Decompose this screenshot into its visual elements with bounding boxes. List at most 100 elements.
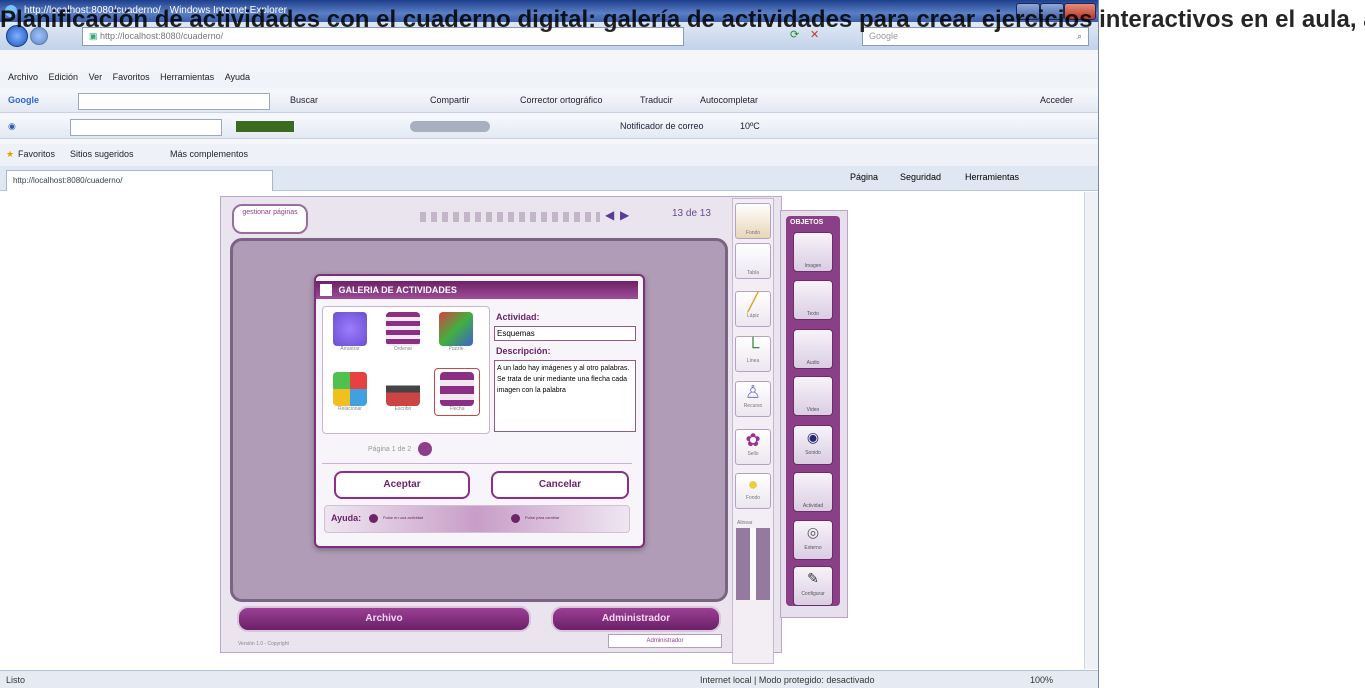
tool-lapiz[interactable]: ╱ Lápiz [735,291,771,327]
prev-page-icon[interactable]: ◀ [605,208,614,222]
star-icon: ★ [6,149,15,159]
compartir-button[interactable]: Compartir [430,95,470,105]
object-actividad[interactable]: Actividad [793,472,833,512]
accept-button[interactable]: Aceptar [334,471,470,499]
page-counter: 13 de 13 [672,208,711,219]
vertical-scrollbar[interactable] [1084,192,1098,669]
dialog-divider [322,463,632,464]
favoritos-button[interactable]: Favoritos [18,149,55,159]
administrador-label: Administrador [601,613,671,624]
line-icon: └ [746,337,760,357]
google-toolbar: Google Buscar Compartir Corrector ortogr… [0,90,1098,113]
zoom-level[interactable]: 100% [1030,671,1053,688]
tool-label: Lápiz [747,313,759,319]
object-imagen[interactable]: Imagen [793,232,833,272]
object-label: Configurar [801,591,825,597]
cancel-button[interactable]: Cancelar [491,471,629,499]
help-text-1: Pulse en una actividad [383,515,424,520]
menu-edicion[interactable]: Edición [49,72,79,82]
activity-label: Actividad: [496,312,540,322]
archivo-label: Archivo [365,613,403,624]
help-text-2: Pulse para cambiar [525,515,560,520]
sitios-sugeridos-link[interactable]: Sitios sugeridos [70,149,134,159]
manage-pages-button[interactable]: gestionar páginas [232,204,308,234]
microphone-icon: ♙ [744,382,762,402]
archivo-button[interactable]: Archivo [237,606,531,632]
menu-archivo[interactable]: Archivo [8,72,38,82]
description-value: A un lado hay imágenes y al otro palabra… [497,365,630,394]
corrector-button[interactable]: Corrector ortográfico [520,95,603,105]
overlay-caption: Planificación de actividades con el cuad… [0,6,1365,33]
second-toolbar: ◉ Notificador de correo 10ºC [0,116,1098,139]
traducir-button[interactable]: Traducir [640,95,673,105]
description-label: Descripción: [496,346,551,356]
admin-sub-label: Administrador [646,638,684,644]
activity-value: Esquemas [497,329,535,338]
object-label: Imagen [804,263,822,269]
tool-linea[interactable]: └ Línea [735,336,771,372]
tool-fondo[interactable]: Fondo [735,203,771,239]
zone-text: Internet local | Modo protegido: desacti… [700,675,875,685]
tool-label: Sello [747,451,759,457]
menu-ayuda[interactable]: Ayuda [225,72,250,82]
pagina-menu[interactable]: Página [850,172,878,182]
activity-thumb-selected[interactable]: Flecha [434,368,480,416]
speaker-icon: ◉ [806,429,820,445]
help-bar: Ayuda: Pulse en una actividad Pulse para… [324,505,630,533]
description-field[interactable]: A un lado hay imágenes y al otro palabra… [494,360,636,432]
tool-label: Fondo [745,230,761,236]
activity-thumb[interactable]: Relacionar [328,372,372,412]
complementos-link[interactable]: Más complementos [170,149,248,159]
acceder-button[interactable]: Acceder [1040,95,1073,105]
menu-ver[interactable]: Ver [89,72,103,82]
administrador-subtab[interactable]: Administrador [608,634,722,648]
dialog-title: GALERIA DE ACTIVIDADES [338,285,457,295]
object-audio[interactable]: Audio [793,329,833,369]
next-page-icon[interactable]: ▶ [620,208,629,222]
menu-herramientas[interactable]: Herramientas [160,72,214,82]
object-label: Video [806,407,820,413]
toolbar-green-button[interactable] [236,121,294,132]
object-texto[interactable]: Texto [793,280,833,320]
object-sonido[interactable]: ◉ Sonido [793,425,833,465]
object-label: Actividad [802,503,824,509]
pagination-label: Página 1 de 2 [368,446,412,453]
next-page-button[interactable] [418,442,432,456]
activity-field[interactable]: Esquemas [494,326,636,341]
tool-sello[interactable]: ✿ Sello [735,429,771,465]
active-tab[interactable]: http://localhost:8080/cuaderno/ [6,170,273,191]
lightbulb-icon: ● [747,474,759,494]
activity-thumb[interactable]: Arrastrar [328,312,372,352]
object-video[interactable]: Video [793,376,833,416]
google-search-input[interactable] [78,93,270,110]
thumb-caption: Arrastrar [340,346,360,352]
toolbar-search-input[interactable] [70,119,222,136]
object-configurar[interactable]: ✎ Configurar [793,566,833,606]
administrador-button[interactable]: Administrador [551,606,721,632]
stamp-icon: ✿ [745,430,761,450]
align-buttons-grid[interactable] [736,528,770,600]
cancel-label: Cancelar [538,479,582,490]
object-externo[interactable]: ◎ Externo [793,520,833,560]
buscar-button[interactable]: Buscar [290,95,318,105]
notificador-button[interactable]: Notificador de correo [620,121,704,131]
tool-tabla[interactable]: Tabla [735,243,771,279]
activity-thumb[interactable]: Escribir [381,372,425,412]
activity-thumb[interactable]: Puzzle [434,312,478,352]
clima-label: 10ºC [740,121,760,131]
menu-favoritos[interactable]: Favoritos [113,72,150,82]
tool-bombilla[interactable]: ● Fondo [735,473,771,509]
favorites-bar: ★ Favoritos Sitios sugeridos Más complem… [0,144,1098,166]
seguridad-menu[interactable]: Seguridad [900,172,941,182]
arrastrar-icon [333,312,367,346]
activity-thumb[interactable]: Ordenar [381,312,425,352]
google-logo: Google [8,95,39,105]
toolbar-grey-button[interactable] [410,121,490,132]
tool-recurso[interactable]: ♙ Recurso [735,381,771,417]
autocompletar-button[interactable]: Autocompletar [700,95,758,105]
page-number-strip[interactable] [420,212,600,222]
manage-pages-label: gestionar páginas [242,209,298,216]
herramientas-menu[interactable]: Herramientas [965,172,1019,182]
tool-label: Línea [746,358,760,364]
tool-label: Fondo [745,495,761,501]
